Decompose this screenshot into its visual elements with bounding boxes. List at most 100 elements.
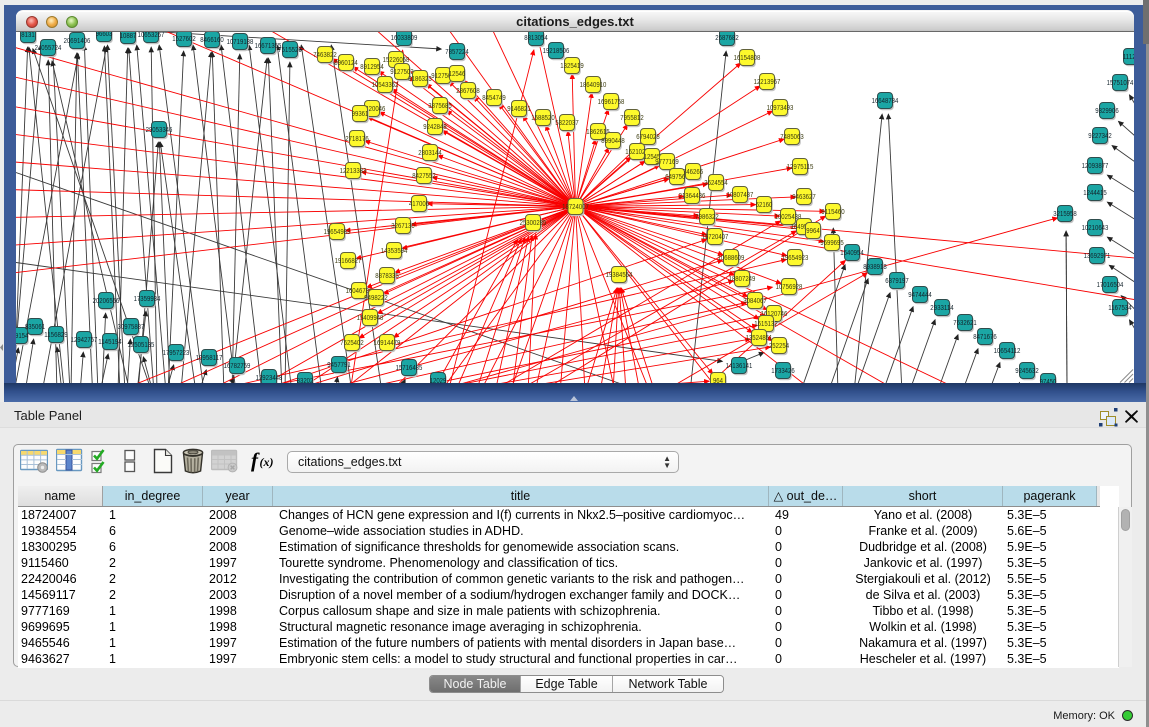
svg-text:9227342: 9227342 [1088, 132, 1111, 139]
svg-text:16154808: 16154808 [734, 54, 761, 61]
svg-text:6794028: 6794028 [636, 133, 659, 140]
svg-text:20206556: 20206556 [93, 297, 120, 304]
svg-text:2933114: 2933114 [930, 304, 953, 311]
svg-text:12975115: 12975115 [787, 163, 814, 170]
svg-text:19654983: 19654983 [324, 228, 351, 235]
svg-text:39154: 39154 [16, 332, 28, 339]
svg-text:7632621: 7632621 [953, 319, 976, 326]
svg-text:9242848: 9242848 [423, 123, 446, 130]
svg-text:9115460: 9115460 [821, 208, 844, 215]
svg-text:1325419: 1325419 [560, 62, 583, 69]
svg-text:3084067: 3084067 [743, 297, 766, 304]
svg-text:16961758: 16961758 [598, 98, 625, 105]
svg-text:746266: 746266 [683, 168, 703, 175]
svg-text:12029: 12029 [430, 377, 447, 383]
svg-text:12213383: 12213383 [340, 167, 367, 174]
svg-text:10543362: 10543362 [372, 81, 399, 88]
svg-text:9146821: 9146821 [507, 105, 530, 112]
svg-text:8186323: 8186323 [408, 75, 431, 82]
svg-text:14136141: 14136141 [726, 362, 753, 369]
svg-text:835061: 835061 [25, 323, 45, 330]
svg-text:16782759: 16782759 [224, 362, 251, 369]
svg-text:8912954: 8912954 [360, 63, 383, 70]
svg-text:417006: 417006 [409, 200, 429, 207]
svg-text:1167534: 1167534 [1108, 304, 1131, 311]
svg-text:19218506: 19218506 [543, 47, 570, 54]
svg-text:10958117: 10958117 [196, 354, 223, 361]
svg-text:17359934: 17359934 [134, 295, 161, 302]
svg-text:24055724: 24055724 [35, 44, 62, 51]
svg-text:9474444: 9474444 [908, 291, 931, 298]
svg-text:96603: 96603 [96, 32, 113, 38]
svg-text:9699695: 9699695 [820, 239, 843, 246]
svg-text:9127503: 9127503 [390, 68, 413, 75]
svg-text:20691406: 20691406 [64, 37, 91, 44]
svg-text:1588520: 1588520 [531, 114, 554, 121]
svg-text:12093877: 12093877 [1082, 162, 1109, 169]
svg-text:8990448: 8990448 [601, 137, 624, 144]
svg-text:5322037: 5322037 [555, 119, 578, 126]
svg-text:7515526: 7515526 [278, 46, 301, 53]
svg-text:3267130: 3267130 [391, 222, 414, 229]
svg-text:7955812: 7955812 [620, 114, 643, 121]
svg-text:2718176: 2718176 [345, 135, 368, 142]
svg-text:12942757: 12942757 [71, 336, 98, 343]
svg-text:(x): (x) [260, 455, 274, 469]
svg-text:1615132: 1615132 [754, 320, 777, 327]
svg-text:964: 964 [713, 377, 723, 383]
svg-text:3624554: 3624554 [704, 179, 727, 186]
svg-text:17957223: 17957223 [163, 349, 190, 356]
svg-text:99361: 99361 [352, 110, 369, 117]
svg-text:18640910: 18640910 [580, 81, 607, 88]
svg-text:8466160: 8466160 [200, 36, 223, 43]
svg-text:9329906: 9329906 [1095, 107, 1118, 114]
svg-text:16648784: 16648784 [872, 97, 899, 104]
svg-text:83202: 83202 [297, 377, 314, 383]
svg-text:16914479: 16914479 [374, 339, 401, 346]
svg-text:14353594: 14353594 [381, 247, 408, 254]
svg-text:18724007: 18724007 [562, 203, 589, 210]
svg-text:10887: 10887 [120, 32, 137, 39]
svg-text:1527602: 1527602 [172, 35, 195, 42]
svg-text:2803144: 2803144 [418, 149, 441, 156]
svg-text:12505135: 12505135 [128, 341, 155, 348]
svg-text:16033809: 16033809 [391, 34, 418, 41]
svg-text:8938918: 8938918 [863, 263, 886, 270]
svg-text:8454749: 8454749 [482, 94, 505, 101]
svg-text:10807487: 10807487 [727, 191, 754, 198]
svg-text:15716485: 15716485 [396, 364, 423, 371]
svg-text:9777169: 9777169 [655, 158, 678, 165]
svg-text:7463822: 7463822 [313, 51, 336, 58]
svg-text:1244415: 1244415 [1083, 189, 1106, 196]
svg-text:7485063: 7485063 [780, 133, 803, 140]
svg-text:25300285: 25300285 [520, 219, 547, 226]
svg-text:8131: 8131 [21, 32, 34, 39]
svg-text:9463627: 9463627 [792, 193, 815, 200]
svg-text:15751074: 15751074 [1107, 79, 1134, 86]
svg-text:3215958: 3215958 [1053, 210, 1076, 217]
svg-text:252254: 252254 [769, 342, 789, 349]
svg-text:15409948: 15409948 [357, 314, 384, 321]
svg-text:12213967: 12213967 [754, 78, 781, 85]
svg-text:3875685: 3875685 [428, 102, 451, 109]
svg-text:8960124: 8960124 [334, 59, 357, 66]
svg-text:13692971: 13692971 [1084, 252, 1111, 259]
svg-text:10756928: 10756928 [776, 283, 803, 290]
svg-text:62160: 62160 [756, 201, 773, 208]
svg-text:7625402: 7625402 [340, 339, 363, 346]
svg-text:29053346: 29053346 [146, 126, 173, 133]
svg-text:10973493: 10973493 [767, 104, 794, 111]
svg-text:9457791: 9457791 [327, 361, 350, 368]
svg-text:13524851: 13524851 [746, 334, 773, 341]
svg-text:10654112: 10654112 [994, 347, 1021, 354]
svg-text:19654923: 19654923 [782, 254, 809, 261]
svg-text:9498222: 9498222 [364, 294, 387, 301]
svg-text:30975887: 30975887 [118, 323, 145, 330]
svg-text:17016504: 17016504 [1097, 281, 1124, 288]
svg-text:11124: 11124 [1123, 53, 1134, 60]
svg-text:8813054: 8813054 [524, 34, 547, 41]
svg-text:6379197: 6379197 [885, 277, 908, 284]
svg-text:10688609: 10688609 [718, 254, 745, 261]
svg-text:10719188: 10719188 [227, 38, 254, 45]
svg-text:8427552: 8427552 [412, 172, 435, 179]
